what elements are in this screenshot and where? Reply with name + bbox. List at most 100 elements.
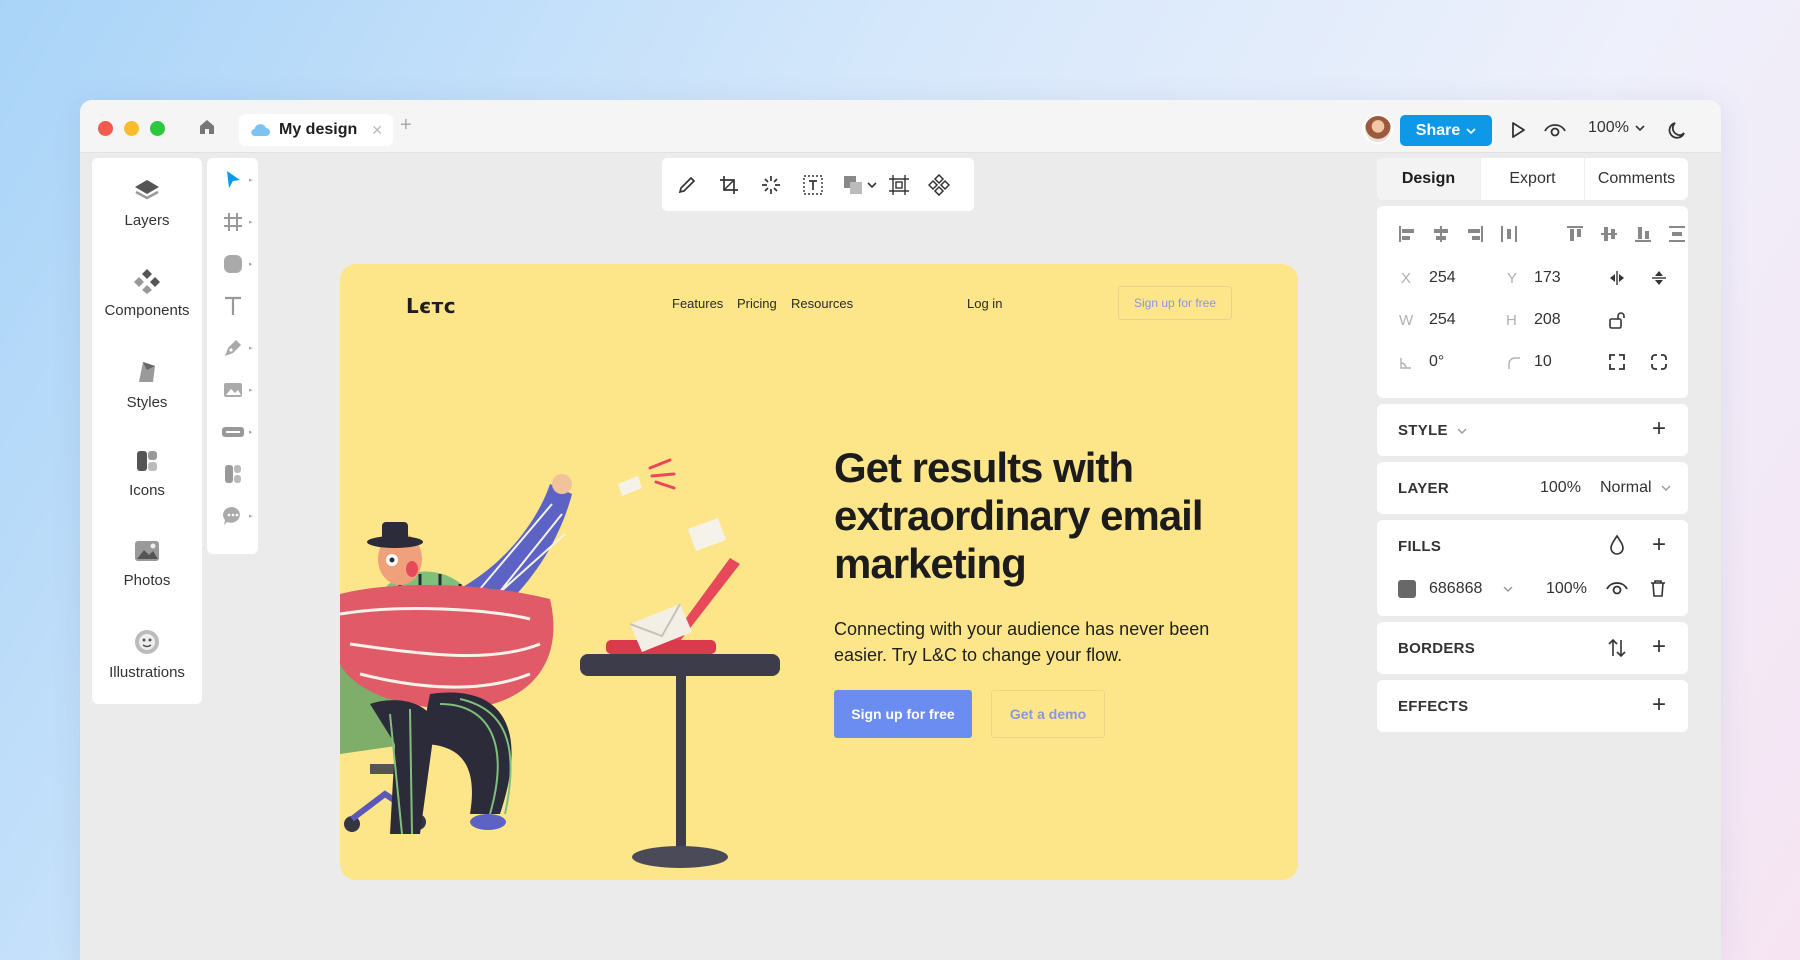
maximize-window-button[interactable] [150, 121, 165, 136]
zoom-select[interactable]: 100% [1588, 119, 1645, 137]
nav-link-pricing[interactable]: Pricing [737, 296, 777, 311]
login-link[interactable]: Log in [967, 296, 1002, 311]
share-button[interactable]: Share [1400, 115, 1492, 146]
layer-section: LAYER 100% Normal [1377, 462, 1688, 514]
select-arrow-icon[interactable] [221, 168, 245, 192]
app-window: My design ✕ + Share 100% Layers Componen… [80, 100, 1721, 960]
visibility-eye-icon[interactable] [1605, 578, 1629, 598]
sidebar-item-icons[interactable]: Icons [92, 448, 202, 499]
layer-opacity-field[interactable]: 100% [1540, 479, 1581, 497]
chevron-down-icon[interactable] [1503, 585, 1513, 593]
tab-title: My design [279, 121, 358, 138]
nav-signup-button[interactable]: Sign up for free [1118, 286, 1232, 320]
align-right-icon[interactable] [1465, 224, 1485, 244]
sidebar-item-styles[interactable]: Styles [92, 358, 202, 411]
play-icon[interactable] [1508, 120, 1528, 140]
align-bottom-icon[interactable] [1633, 224, 1653, 244]
close-tab-icon[interactable]: ✕ [371, 122, 383, 139]
frame-hash-icon[interactable] [221, 210, 245, 234]
add-border-button[interactable]: + [1652, 635, 1666, 659]
sort-arrows-icon[interactable] [1607, 637, 1627, 659]
add-style-button[interactable]: + [1652, 417, 1666, 441]
pen-icon[interactable] [221, 336, 245, 360]
effects-section: EFFECTS + [1377, 680, 1688, 732]
align-left-icon[interactable] [1397, 224, 1417, 244]
fill-opacity-field[interactable]: 100% [1546, 580, 1587, 598]
alignment-toolbar [1397, 224, 1687, 244]
tab-my-design[interactable]: My design ✕ [239, 114, 393, 146]
sidebar-item-layers[interactable]: Layers [92, 178, 202, 229]
style-section: STYLE + [1377, 404, 1688, 456]
flip-horizontal-icon[interactable] [1607, 268, 1627, 288]
text-icon[interactable] [221, 294, 245, 318]
sidebar-item-components[interactable]: Components [92, 268, 202, 319]
rotation-field[interactable]: 0° [1429, 353, 1444, 371]
chevron-down-icon [1466, 127, 1476, 134]
shape-icon[interactable] [221, 252, 245, 276]
component-blocks-icon[interactable] [221, 462, 245, 486]
chevron-down-icon[interactable] [866, 174, 878, 196]
text-box-icon[interactable] [802, 174, 824, 196]
component-diamond-icon[interactable] [928, 174, 950, 196]
crop-icon[interactable] [718, 174, 740, 196]
close-window-button[interactable] [98, 121, 113, 136]
hero-signup-button[interactable]: Sign up for free [834, 690, 972, 738]
unlock-ratio-icon[interactable] [1607, 310, 1627, 330]
nav-link-features[interactable]: Features [672, 296, 723, 311]
corner-radius-icon [1508, 357, 1520, 369]
home-icon[interactable] [198, 118, 216, 136]
chevron-down-icon[interactable] [1661, 484, 1671, 492]
trash-icon[interactable] [1649, 578, 1667, 598]
avatar[interactable] [1363, 114, 1393, 144]
radius-field[interactable]: 10 [1534, 353, 1552, 371]
fullscreen-rounded-icon[interactable] [1649, 352, 1669, 372]
image-icon[interactable] [221, 378, 245, 402]
fills-section: FILLS + 686868 100% [1377, 520, 1688, 616]
sidebar-item-photos[interactable]: Photos [92, 538, 202, 589]
comment-icon[interactable] [221, 504, 245, 528]
illustrations-icon [135, 630, 159, 654]
sidebar-item-label: Styles [126, 394, 168, 411]
tab-design[interactable]: Design [1377, 158, 1481, 200]
nav-link-resources[interactable]: Resources [791, 296, 853, 311]
preview-eye-icon[interactable] [1543, 120, 1567, 140]
fills-title: FILLS [1398, 538, 1442, 555]
tab-export[interactable]: Export [1481, 158, 1585, 200]
x-field[interactable]: 254 [1429, 269, 1456, 287]
independent-corners-icon[interactable] [1607, 352, 1627, 372]
pencil-icon[interactable] [676, 174, 698, 196]
tool-strip: ▸ ▸ ▸ ▸ ▸ ▸ ▸ [207, 158, 258, 554]
tab-comments[interactable]: Comments [1585, 158, 1688, 200]
height-field[interactable]: 208 [1534, 311, 1561, 329]
fill-color-swatch[interactable] [1398, 580, 1416, 598]
y-field[interactable]: 173 [1534, 269, 1561, 287]
hero-headline[interactable]: Get results with extraordinary email mar… [834, 444, 1254, 588]
droplet-icon[interactable] [1607, 534, 1627, 556]
button-element-icon[interactable] [221, 420, 245, 444]
distribute-vertical-icon[interactable] [1667, 224, 1687, 244]
align-center-horizontal-icon[interactable] [1431, 224, 1451, 244]
y-label: Y [1507, 270, 1518, 287]
align-middle-icon[interactable] [1599, 224, 1619, 244]
dark-mode-moon-icon[interactable] [1667, 120, 1687, 140]
add-fill-button[interactable]: + [1652, 533, 1666, 557]
minimize-window-button[interactable] [124, 121, 139, 136]
hero-subtext[interactable]: Connecting with your audience has never … [834, 616, 1254, 668]
brand-logo[interactable]: Lєтс [406, 294, 456, 318]
distribute-horizontal-icon[interactable] [1499, 224, 1519, 244]
frame-selection-icon[interactable] [888, 174, 910, 196]
fill-hex-field[interactable]: 686868 [1429, 580, 1482, 598]
new-tab-icon[interactable]: + [400, 114, 412, 137]
width-field[interactable]: 254 [1429, 311, 1456, 329]
artboard-landing-page[interactable]: Lєтс Features Pricing Resources Log in S… [340, 264, 1298, 880]
flip-vertical-icon[interactable] [1649, 268, 1669, 288]
hero-demo-button[interactable]: Get a demo [991, 690, 1105, 738]
boolean-shapes-icon[interactable] [842, 174, 864, 196]
add-effect-button[interactable]: + [1652, 693, 1666, 717]
magic-wand-icon[interactable] [760, 174, 782, 196]
blend-mode-select[interactable]: Normal [1600, 479, 1652, 497]
chevron-down-icon[interactable] [1457, 427, 1467, 435]
align-top-icon[interactable] [1565, 224, 1585, 244]
sidebar-item-illustrations[interactable]: Illustrations [92, 628, 202, 681]
components-icon [134, 269, 160, 294]
